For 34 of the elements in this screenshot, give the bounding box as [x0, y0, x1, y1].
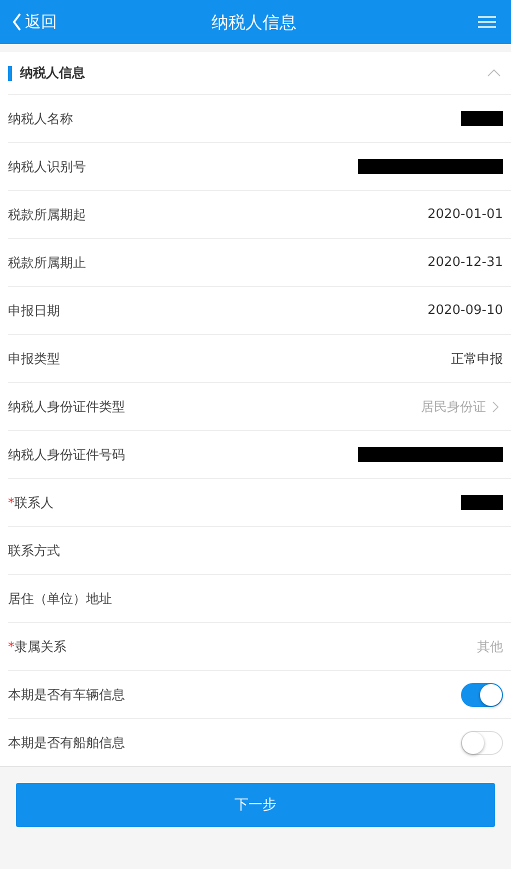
required-mark: *: [8, 496, 14, 510]
field-label: 联系方式: [8, 544, 60, 558]
field-label: 税款所属期止: [8, 256, 86, 270]
field-value: 2020-01-01: [427, 207, 503, 222]
field-label: 本期是否有车辆信息: [8, 688, 125, 702]
field-label: 本期是否有船舶信息: [8, 736, 125, 750]
field-label: 申报类型: [8, 352, 60, 366]
field-value: 其他: [477, 638, 503, 656]
field-label: 联系人: [14, 496, 54, 510]
field-value: 正常申报: [451, 350, 503, 368]
next-button[interactable]: 下一步: [16, 783, 495, 827]
chevron-left-icon: [12, 13, 22, 31]
required-mark: *: [8, 640, 14, 654]
field-label: 纳税人名称: [8, 112, 73, 126]
redaction-block: [461, 495, 503, 510]
field-label: 税款所属期起: [8, 208, 86, 222]
field-label: 隶属关系: [14, 640, 66, 654]
accent-bar: [8, 66, 12, 80]
back-button[interactable]: 返回: [12, 12, 57, 32]
section-title: 纳税人信息: [20, 65, 86, 82]
field-label: 纳税人识别号: [8, 160, 86, 174]
field-label: 申报日期: [8, 304, 60, 318]
page-title: 纳税人信息: [212, 12, 296, 34]
chevron-right-icon: [492, 400, 499, 412]
redaction-block: [461, 111, 503, 126]
field-label: 居住（单位）地址: [8, 592, 112, 606]
chevron-up-icon[interactable]: [487, 69, 501, 77]
toggle-switch[interactable]: [461, 682, 503, 706]
field-label: 纳税人身份证件类型: [8, 400, 125, 414]
menu-icon[interactable]: [478, 16, 496, 28]
select-field[interactable]: 居民身份证: [421, 398, 503, 416]
field-value: 2020-09-10: [427, 303, 503, 318]
field-value: 2020-12-31: [427, 255, 503, 270]
field-label: 纳税人身份证件号码: [8, 448, 125, 462]
